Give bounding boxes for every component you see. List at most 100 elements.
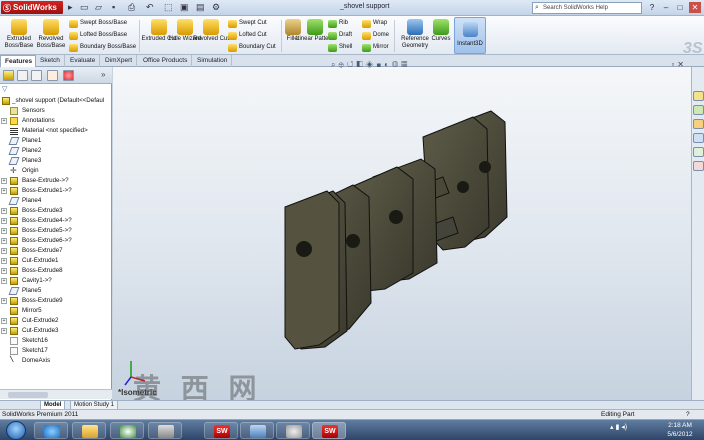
- expand-icon[interactable]: +: [1, 228, 7, 234]
- tree-item[interactable]: + Boss-Extrude6->?: [0, 236, 111, 246]
- tray-arrow-icon[interactable]: ▴: [610, 424, 614, 431]
- tree-item[interactable]: Plane3: [0, 156, 111, 166]
- display-manager-icon[interactable]: [63, 70, 74, 81]
- draft-button[interactable]: Draft: [328, 30, 352, 41]
- tab-features[interactable]: Features: [0, 55, 36, 67]
- expand-icon[interactable]: +: [1, 258, 7, 264]
- tab-simulation[interactable]: Simulation: [193, 55, 233, 67]
- taskbar-solidworks[interactable]: SW: [204, 422, 238, 439]
- save-icon[interactable]: ▪: [112, 2, 115, 13]
- tree-item[interactable]: Plane4: [0, 196, 111, 206]
- configuration-manager-icon[interactable]: [31, 70, 42, 81]
- revolved-cut-button[interactable]: Revolved Cut: [192, 19, 230, 43]
- expand-icon[interactable]: +: [1, 118, 7, 124]
- taskbar-app[interactable]: [148, 422, 182, 439]
- tree-item[interactable]: Sketch16: [0, 336, 111, 346]
- scroll-thumb[interactable]: [8, 392, 48, 398]
- tree-item[interactable]: Mirror5: [0, 306, 111, 316]
- taskbar-solidworks-active[interactable]: SW: [312, 422, 346, 439]
- tree-item[interactable]: ✛ Origin: [0, 166, 111, 176]
- expand-icon[interactable]: +: [1, 298, 7, 304]
- solidworks-resources-icon[interactable]: [693, 91, 704, 101]
- tab-sketch[interactable]: Sketch: [36, 55, 65, 67]
- tree-item[interactable]: Plane2: [0, 146, 111, 156]
- expand-icon[interactable]: +: [1, 248, 7, 254]
- expand-icon[interactable]: +: [1, 208, 7, 214]
- boundary-boss-button[interactable]: Boundary Boss/Base: [69, 42, 136, 53]
- tab-dimxpert[interactable]: DimXpert: [101, 55, 138, 67]
- swept-cut-button[interactable]: Swept Cut: [228, 18, 267, 29]
- expand-icon[interactable]: +: [1, 318, 7, 324]
- taskbar-ie[interactable]: [34, 422, 68, 439]
- shell-button[interactable]: Shell: [328, 42, 352, 53]
- design-library-icon[interactable]: [693, 105, 704, 115]
- tab-evaluate[interactable]: Evaluate: [66, 55, 101, 67]
- tree-item[interactable]: + Boss-Extrude3: [0, 206, 111, 216]
- expand-icon[interactable]: +: [1, 218, 7, 224]
- help-search-input[interactable]: ⌕ Search SolidWorks Help: [532, 2, 642, 14]
- expand-icon[interactable]: +: [1, 278, 7, 284]
- tree-item[interactable]: + Boss-Extrude4->?: [0, 216, 111, 226]
- rebuild-icon[interactable]: ▣: [180, 2, 189, 13]
- file-explorer-icon[interactable]: [693, 119, 704, 129]
- solidworks-logo[interactable]: Ⓢ SolidWorks: [1, 1, 63, 14]
- rib-button[interactable]: Rib: [328, 18, 348, 29]
- tab-office-products[interactable]: Office Products: [139, 55, 193, 67]
- volume-icon[interactable]: ◂): [621, 424, 627, 431]
- expand-icon[interactable]: +: [1, 178, 7, 184]
- maximize-button[interactable]: □: [674, 2, 686, 13]
- lofted-boss-button[interactable]: Lofted Boss/Base: [69, 30, 127, 41]
- expand-icon[interactable]: +: [1, 238, 7, 244]
- lofted-cut-button[interactable]: Lofted Cut: [228, 30, 267, 41]
- tree-item[interactable]: + Cut-Extrude2: [0, 316, 111, 326]
- file-properties-icon[interactable]: ▤: [196, 2, 205, 13]
- panel-scrollbar[interactable]: [0, 389, 112, 399]
- open-icon[interactable]: ▱: [95, 2, 102, 13]
- tree-item[interactable]: + Annotations: [0, 116, 111, 126]
- tree-item[interactable]: + Cut-Extrude1: [0, 256, 111, 266]
- menu-arrow-icon[interactable]: ▸: [68, 2, 73, 13]
- new-icon[interactable]: ▭: [80, 2, 89, 13]
- minimize-button[interactable]: –: [660, 2, 672, 13]
- swept-boss-button[interactable]: Swept Boss/Base: [69, 18, 127, 29]
- tree-item[interactable]: Plane1: [0, 136, 111, 146]
- tree-item[interactable]: + Cut-Extrude3: [0, 326, 111, 336]
- feature-manager-icon[interactable]: [3, 70, 14, 81]
- view-palette-icon[interactable]: [693, 133, 704, 143]
- mirror-button[interactable]: Mirror: [362, 42, 389, 53]
- expand-icon[interactable]: +: [1, 328, 7, 334]
- print-icon[interactable]: ⎙: [128, 2, 135, 13]
- tree-item[interactable]: Plane5: [0, 286, 111, 296]
- dimxpert-manager-icon[interactable]: [47, 70, 58, 81]
- close-button[interactable]: ✕: [689, 2, 701, 13]
- taskbar-explorer[interactable]: [72, 422, 106, 439]
- tree-root[interactable]: _shovel support (Default<<Defaul: [0, 96, 111, 106]
- tree-item[interactable]: + Boss-Extrude5->?: [0, 226, 111, 236]
- taskbar-window[interactable]: [240, 422, 274, 439]
- instant3d-button[interactable]: Instant3D: [454, 17, 486, 54]
- wrap-button[interactable]: Wrap: [362, 18, 387, 29]
- tree-item[interactable]: + Boss-Extrude8: [0, 266, 111, 276]
- graphics-area[interactable]: ⌕⊕↺◧◈◼◐◍▦ ▫✕ *Isometric 黄 西 网: [113, 60, 691, 404]
- custom-properties-icon[interactable]: [693, 161, 704, 171]
- appearances-icon[interactable]: [693, 147, 704, 157]
- undo-icon[interactable]: ↶: [146, 2, 154, 13]
- taskbar-disc[interactable]: [276, 422, 310, 439]
- tree-item[interactable]: + Boss-Extrude9: [0, 296, 111, 306]
- tree-item[interactable]: Material <not specified>: [0, 126, 111, 136]
- tree-item[interactable]: + Cavity1->?: [0, 276, 111, 286]
- boundary-cut-button[interactable]: Boundary Cut: [228, 42, 276, 53]
- options-icon[interactable]: ⚙: [212, 2, 220, 13]
- tree-item[interactable]: Sensors: [0, 106, 111, 116]
- revolved-boss-button[interactable]: Revolved Boss/Base: [32, 19, 70, 50]
- help-icon[interactable]: ?: [646, 2, 658, 13]
- property-manager-icon[interactable]: [17, 70, 28, 81]
- taskbar-media[interactable]: [110, 422, 144, 439]
- tree-item[interactable]: Sketch17: [0, 346, 111, 356]
- system-tray[interactable]: ▴ ▮ ◂): [610, 423, 627, 431]
- tree-item[interactable]: + Boss-Extrude1->?: [0, 186, 111, 196]
- filter-icon[interactable]: ▽: [2, 85, 12, 93]
- tree-item[interactable]: + Boss-Extrude7: [0, 246, 111, 256]
- select-icon[interactable]: ⬚: [164, 2, 173, 13]
- expand-icon[interactable]: +: [1, 188, 7, 194]
